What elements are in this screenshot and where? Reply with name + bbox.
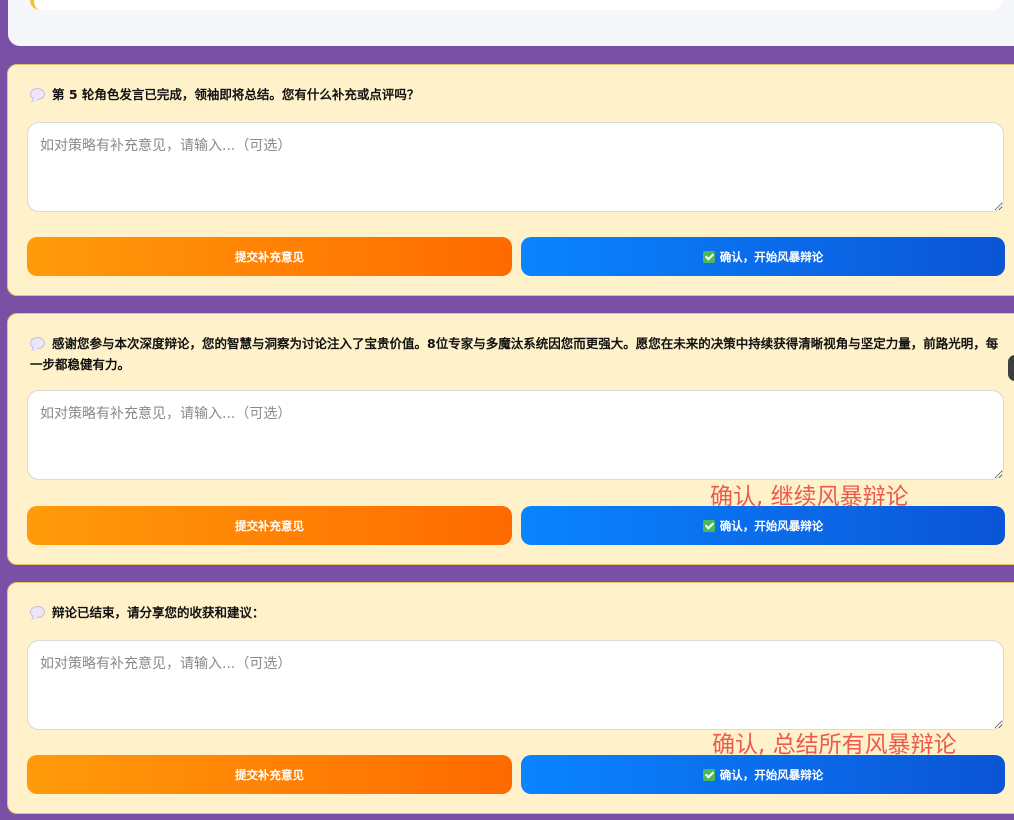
feedback-panel-thanks: 感谢您参与本次深度辩论，您的智慧与洞察为讨论注入了宝贵价值。8位专家与多魔汰系统… <box>7 313 1014 565</box>
feedback-panel-debate-ended: 辩论已结束，请分享您的收获和建议： 提交补充意见 确认，开始风暴辩论 <box>7 582 1014 814</box>
submit-feedback-label: 提交补充意见 <box>235 249 304 264</box>
previous-card <box>8 0 1014 46</box>
check-icon <box>702 250 715 263</box>
confirm-label: 确认，开始风暴辩论 <box>719 249 824 264</box>
panel-prompt: 第 5 轮角色发言已完成，领袖即将总结。您有什么补充或点评吗？ <box>30 84 1000 105</box>
submit-feedback-button[interactable]: 提交补充意见 <box>27 237 512 276</box>
speech-bubble-icon <box>30 88 45 100</box>
panel-prompt: 辩论已结束，请分享您的收获和建议： <box>30 602 1000 623</box>
confirm-start-debate-button[interactable]: 确认，开始风暴辩论 <box>521 506 1005 545</box>
previous-card-inner <box>30 0 1002 10</box>
speech-bubble-icon <box>30 337 45 349</box>
confirm-start-debate-button[interactable]: 确认，开始风暴辩论 <box>521 237 1005 276</box>
panel-prompt-text: 感谢您参与本次深度辩论，您的智慧与洞察为讨论注入了宝贵价值。8位专家与多魔汰系统… <box>30 336 999 372</box>
submit-feedback-label: 提交补充意见 <box>235 767 304 782</box>
side-scroll-handle[interactable] <box>1008 355 1014 381</box>
feedback-textarea[interactable] <box>27 640 1004 730</box>
panel-prompt: 感谢您参与本次深度辩论，您的智慧与洞察为讨论注入了宝贵价值。8位专家与多魔汰系统… <box>30 333 1000 375</box>
feedback-textarea[interactable] <box>27 390 1004 480</box>
confirm-start-debate-button[interactable]: 确认，开始风暴辩论 <box>521 755 1005 794</box>
annotation-continue-debate: 确认, 继续风暴辩论 <box>710 484 909 510</box>
submit-feedback-button[interactable]: 提交补充意见 <box>27 755 512 794</box>
confirm-label: 确认，开始风暴辩论 <box>719 767 824 782</box>
submit-feedback-label: 提交补充意见 <box>235 518 304 533</box>
check-icon <box>702 519 715 532</box>
feedback-textarea[interactable] <box>27 122 1004 212</box>
confirm-label: 确认，开始风暴辩论 <box>719 518 824 533</box>
speech-bubble-icon <box>30 606 45 618</box>
feedback-panel-round-5: 第 5 轮角色发言已完成，领袖即将总结。您有什么补充或点评吗？ 提交补充意见 确… <box>7 64 1014 296</box>
check-icon <box>702 768 715 781</box>
panel-prompt-text: 第 5 轮角色发言已完成，领袖即将总结。您有什么补充或点评吗？ <box>52 87 420 102</box>
panel-prompt-text: 辩论已结束，请分享您的收获和建议： <box>52 605 265 620</box>
annotation-summarize-debate: 确认, 总结所有风暴辩论 <box>712 732 957 758</box>
submit-feedback-button[interactable]: 提交补充意见 <box>27 506 512 545</box>
